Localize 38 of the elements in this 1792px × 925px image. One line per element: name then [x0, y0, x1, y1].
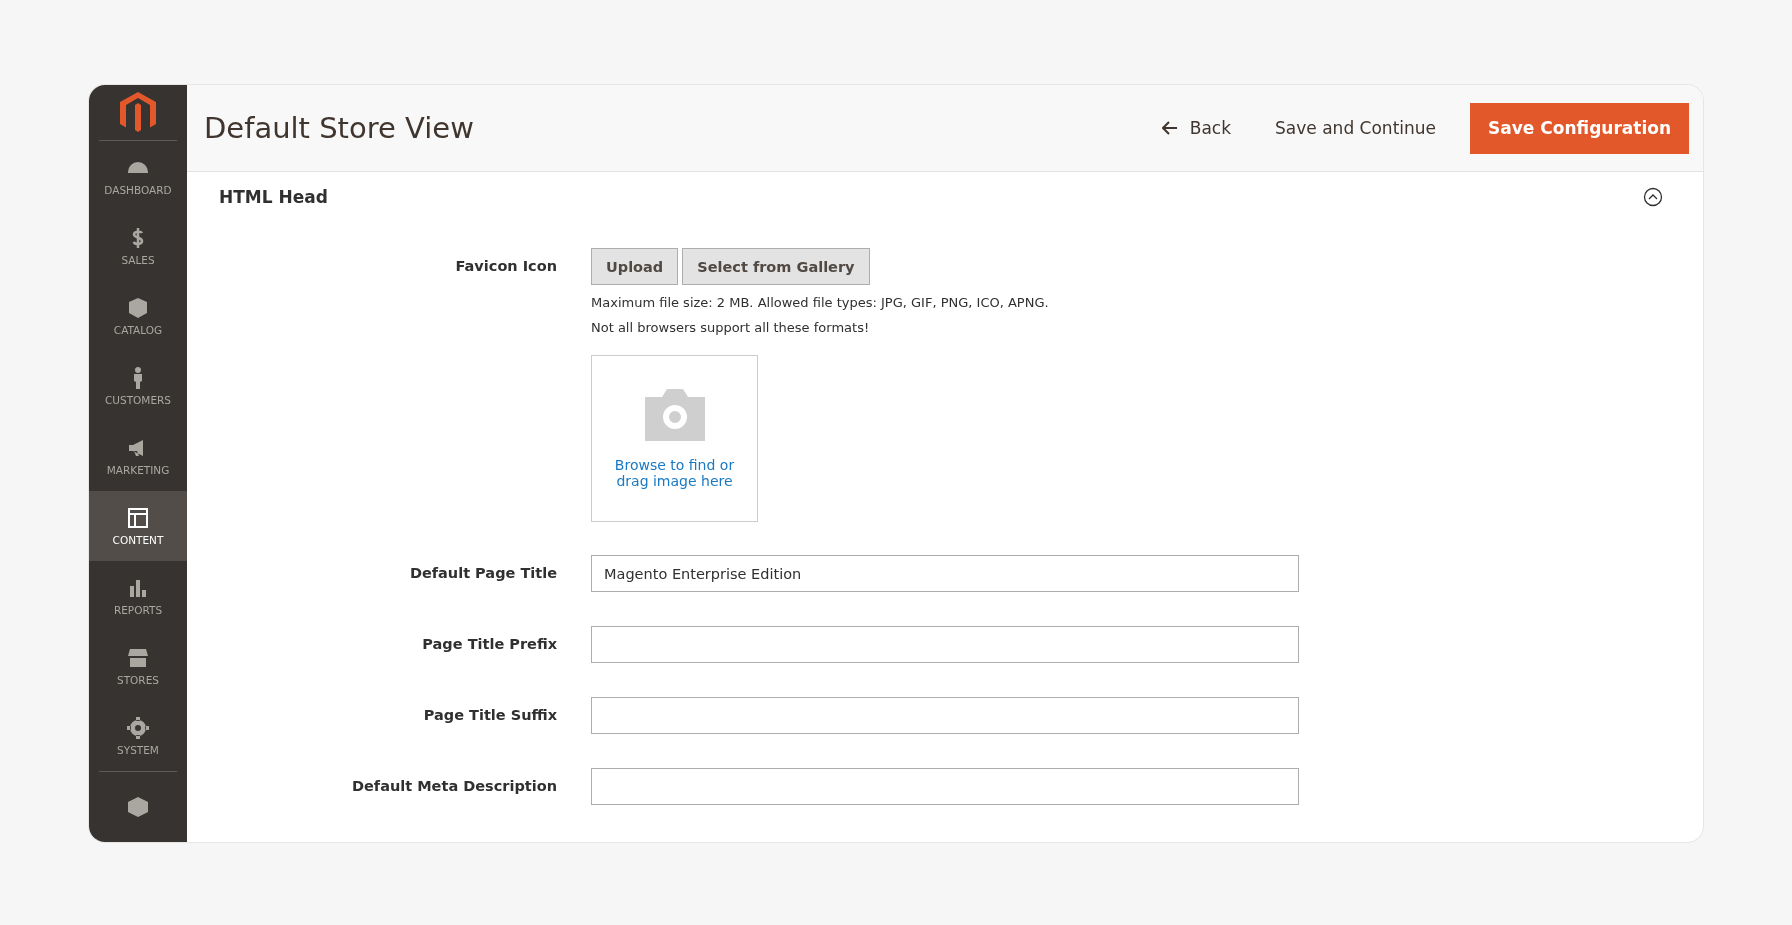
storefront-icon: [126, 646, 150, 670]
sidebar-item[interactable]: SALES: [89, 211, 187, 281]
collapse-icon[interactable]: [1643, 187, 1663, 207]
field-label: Page Title Suffix: [422, 706, 557, 723]
logo-icon: [120, 91, 156, 134]
upload-button[interactable]: Upload: [591, 248, 679, 285]
camera-icon: [644, 388, 705, 441]
dropzone-text: Browse to find or drag image here: [613, 456, 736, 489]
sidebar-item[interactable]: CONTENT: [89, 491, 187, 561]
sidebar-item[interactable]: STORES: [89, 631, 187, 701]
help-text: Not all browsers support all these formats!: [591, 320, 871, 335]
text-field[interactable]: Magento Enterprise Edition: [591, 555, 1299, 592]
text-field[interactable]: [591, 697, 1299, 734]
box-icon: [126, 296, 150, 320]
help-text: Maximum file size: 2 MB. Allowed file types: JPG, GIF, PNG, ICO, APNG.: [591, 295, 1050, 310]
sidebar-item[interactable]: CATALOG: [89, 281, 187, 351]
sidebar-item[interactable]: REPORTS: [89, 561, 187, 631]
sidebar-item[interactable]: CUSTOMERS: [89, 351, 187, 421]
arrow-left-icon: [1161, 121, 1178, 135]
text-field[interactable]: [591, 626, 1299, 663]
page-title: Default Store View: [204, 111, 475, 145]
image-dropzone[interactable]: Browse to find or drag image here: [591, 355, 758, 522]
field-label: Page Title Prefix: [421, 635, 557, 652]
save-configuration-button[interactable]: Save Configuration: [1470, 102, 1689, 154]
gallery-button[interactable]: Select from Gallery: [682, 248, 870, 285]
field-label: Default Page Title: [408, 564, 557, 581]
text-field[interactable]: [591, 768, 1299, 805]
layout-icon: [126, 506, 150, 530]
sidebar-item[interactable]: DASHBOARD: [89, 141, 187, 211]
save-and-continue-button[interactable]: Save and Continue: [1253, 118, 1459, 138]
field-label: Default Meta Description: [350, 777, 557, 794]
sidebar-item[interactable]: SYSTEM: [89, 701, 187, 771]
blocks-icon: [126, 795, 150, 819]
gear-icon: [126, 716, 150, 740]
field-label: Favicon Icon: [454, 257, 557, 274]
section-title[interactable]: HTML Head: [219, 187, 328, 207]
sidebar-item[interactable]: MARKETING: [89, 421, 187, 491]
back-button[interactable]: Back: [1139, 118, 1254, 138]
